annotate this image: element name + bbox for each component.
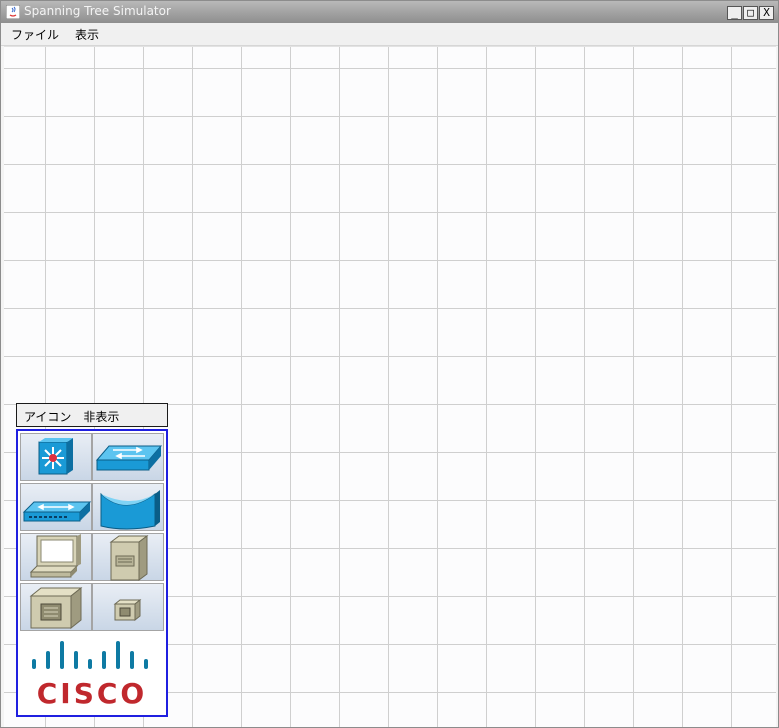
close-button[interactable]: X	[759, 6, 774, 20]
layer3-switch-item[interactable]	[20, 433, 92, 481]
layer3-switch-icon	[38, 438, 73, 475]
device-palette: CISCO	[16, 429, 168, 717]
window-title: Spanning Tree Simulator	[24, 4, 171, 18]
tower-server-icon	[109, 535, 149, 581]
app-window: Spanning Tree Simulator _ □ X ファイル 表示 アイ…	[0, 0, 779, 728]
palette-toggle[interactable]: アイコン 非表示	[16, 403, 168, 427]
maximize-button[interactable]: □	[743, 6, 758, 20]
workgroup-switch-icon	[95, 445, 163, 471]
file-server-icon	[29, 586, 83, 630]
workgroup-switch-item[interactable]	[92, 433, 164, 481]
menu-bar: ファイル 表示	[1, 23, 778, 46]
menu-view[interactable]: 表示	[75, 26, 99, 43]
tower-server-item[interactable]	[92, 533, 164, 581]
small-host-item[interactable]	[92, 583, 164, 631]
svg-text:CISCO: CISCO	[37, 677, 147, 710]
pc-icon	[29, 534, 81, 578]
pc-item[interactable]	[20, 533, 92, 581]
small-host-icon	[113, 598, 142, 622]
palette-toggle-label: アイコン 非表示	[24, 410, 120, 424]
java-app-icon	[6, 5, 20, 19]
hub-icon	[22, 501, 92, 522]
bridge-item[interactable]	[92, 483, 164, 531]
hub-item[interactable]	[20, 483, 92, 531]
title-bar[interactable]: Spanning Tree Simulator _ □ X	[1, 1, 778, 23]
bridge-icon	[100, 490, 160, 530]
cisco-logo-graphic: CISCO	[32, 641, 148, 710]
cisco-logo: CISCO	[20, 633, 164, 713]
menu-file[interactable]: ファイル	[11, 26, 59, 43]
file-server-item[interactable]	[20, 583, 92, 631]
minimize-button[interactable]: _	[727, 6, 742, 20]
